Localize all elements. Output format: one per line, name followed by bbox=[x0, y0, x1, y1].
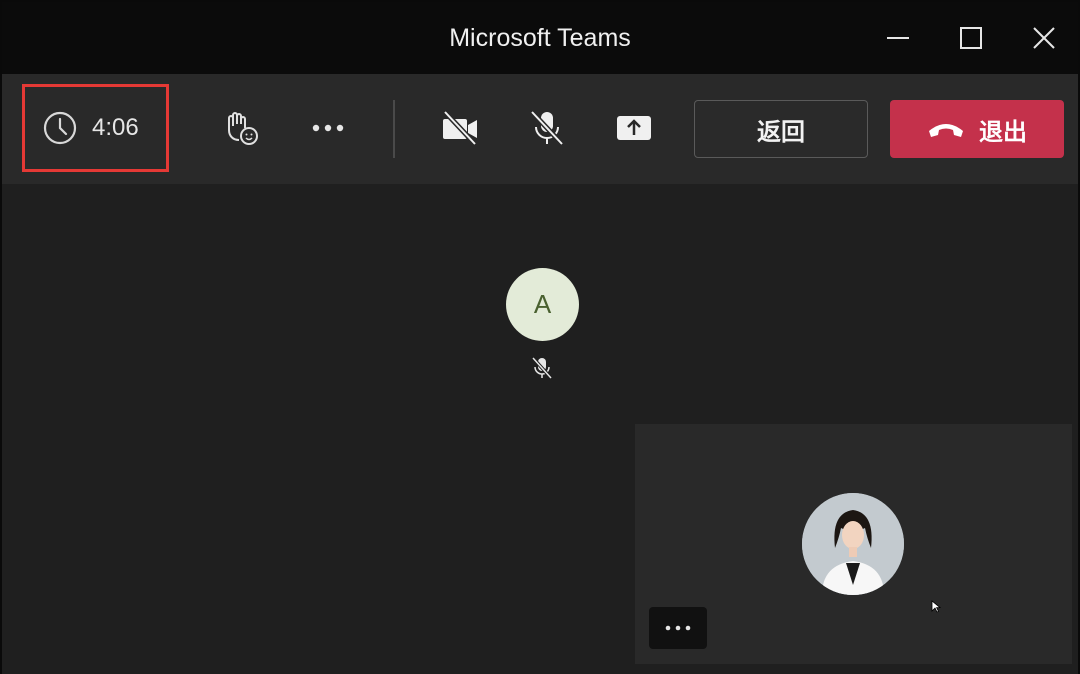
meeting-stage: A bbox=[2, 184, 1078, 674]
minimize-icon bbox=[887, 37, 909, 39]
more-icon bbox=[665, 625, 691, 631]
mic-toggle-button[interactable] bbox=[525, 106, 569, 150]
self-avatar bbox=[802, 493, 904, 595]
maximize-icon bbox=[960, 27, 982, 49]
leave-button[interactable]: 退出 bbox=[890, 100, 1064, 158]
timer-text: 4:06 bbox=[92, 114, 139, 141]
tile-more-button[interactable] bbox=[649, 607, 707, 649]
close-button[interactable] bbox=[1020, 16, 1068, 60]
toolbar-divider bbox=[393, 100, 395, 158]
meeting-toolbar: 4:06 返回 退出 bbox=[2, 74, 1078, 184]
minimize-button[interactable] bbox=[874, 16, 922, 60]
close-icon bbox=[1033, 27, 1055, 49]
hang-up-icon bbox=[929, 124, 963, 137]
meeting-timer: 4:06 bbox=[22, 84, 169, 172]
profile-photo bbox=[802, 493, 904, 595]
share-screen-icon bbox=[617, 116, 651, 140]
camera-off-icon bbox=[443, 110, 477, 146]
mouse-cursor-icon bbox=[931, 600, 941, 613]
participant-initial: A bbox=[533, 289, 552, 319]
mic-off-icon bbox=[530, 110, 564, 146]
maximize-button[interactable] bbox=[947, 16, 995, 60]
share-screen-button[interactable] bbox=[612, 106, 656, 150]
raise-hand-reactions-button[interactable] bbox=[219, 106, 263, 150]
camera-toggle-button[interactable] bbox=[438, 106, 482, 150]
more-icon bbox=[312, 124, 344, 132]
back-button-label: 返回 bbox=[757, 118, 805, 146]
back-button[interactable]: 返回 bbox=[694, 100, 868, 158]
title-bar: Microsoft Teams bbox=[2, 2, 1078, 74]
participant-avatar: A bbox=[506, 268, 579, 341]
clock-icon bbox=[43, 111, 77, 145]
leave-button-label: 退出 bbox=[979, 118, 1027, 146]
participant-muted-icon bbox=[530, 356, 554, 380]
hand-reaction-icon bbox=[228, 112, 258, 145]
teams-window: Microsoft Teams 4:06 返回 退出 A bbox=[0, 0, 1080, 674]
self-video-tile[interactable] bbox=[635, 424, 1072, 664]
more-actions-button[interactable] bbox=[306, 106, 350, 150]
mic-off-small-icon bbox=[531, 356, 553, 380]
